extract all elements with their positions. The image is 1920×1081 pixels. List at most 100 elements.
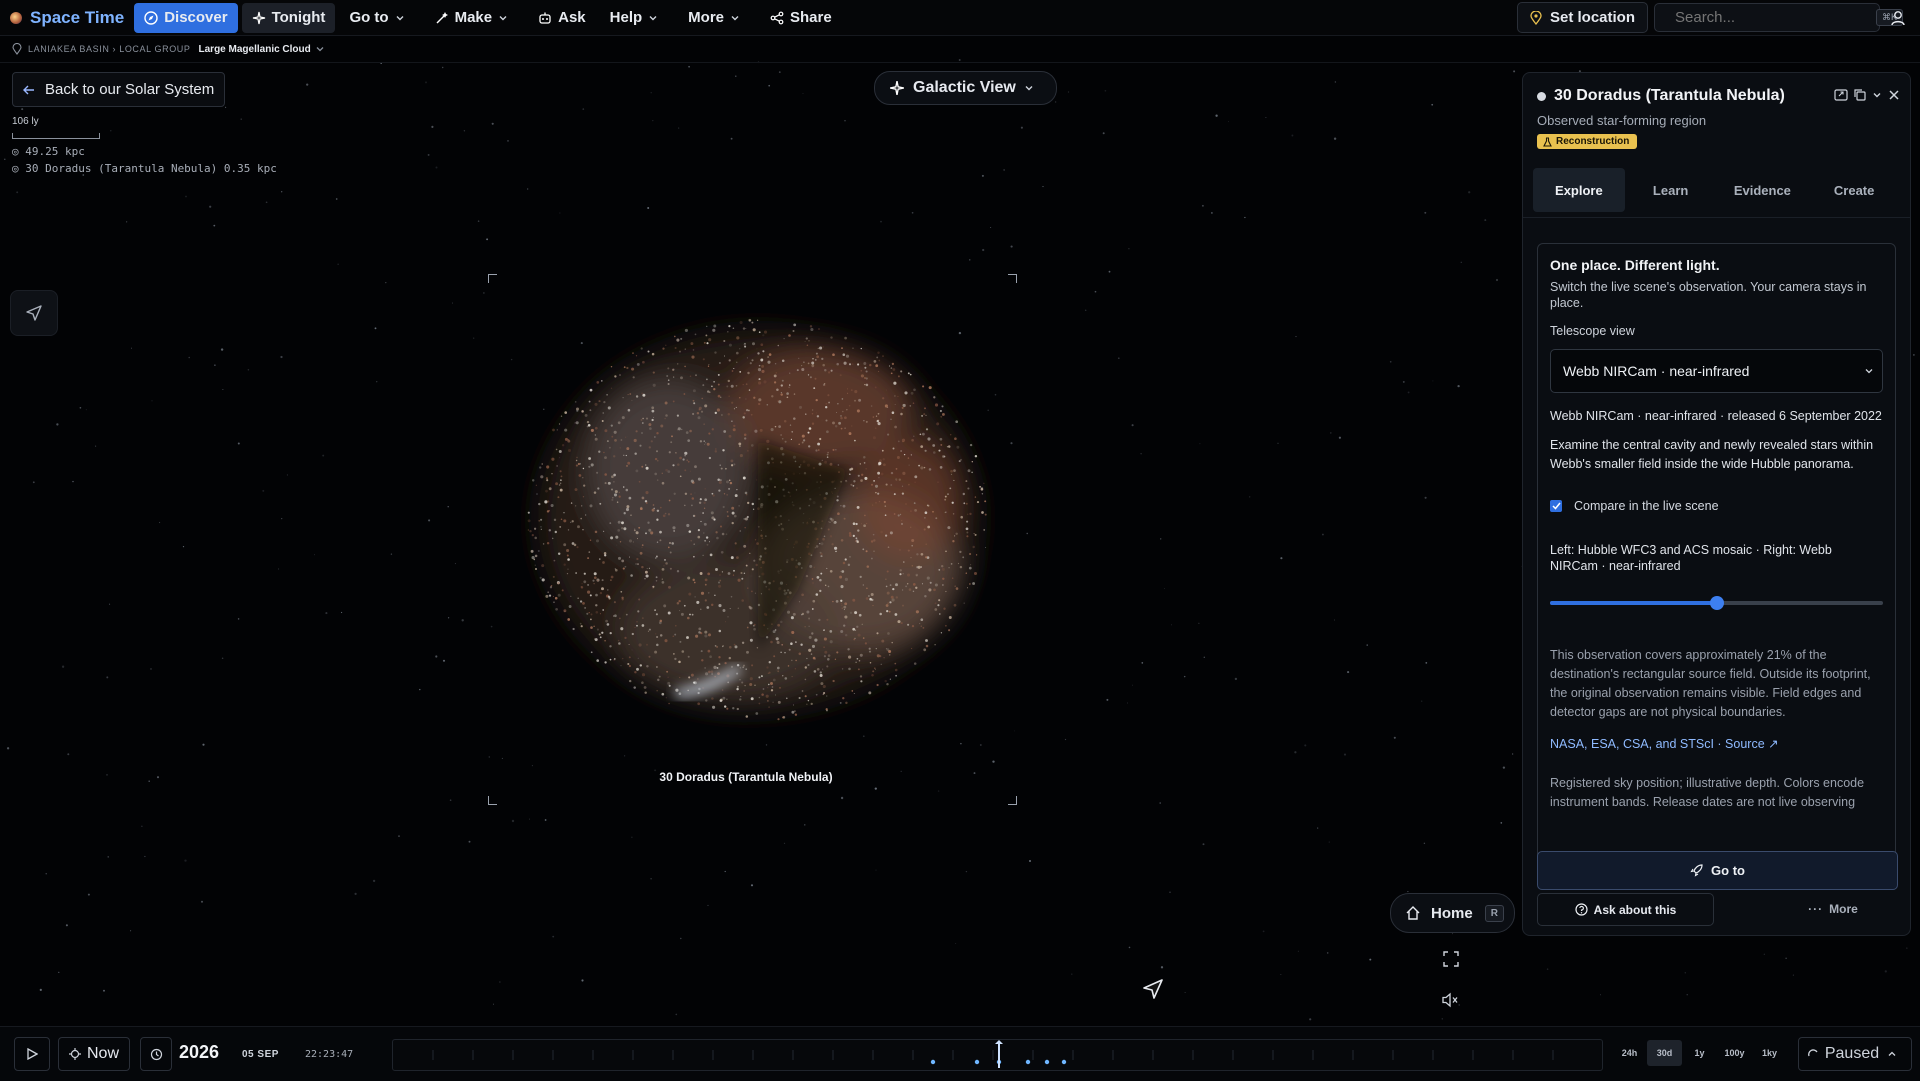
current-time: 22:23:47 — [305, 1049, 354, 1060]
fullscreen-icon — [1443, 951, 1459, 967]
breadcrumb: LANIAKEA BASIN › LOCAL GROUP Large Magel… — [0, 36, 1920, 63]
pause-status-icon — [1807, 1049, 1818, 1057]
nav-goto-label: Go to — [349, 9, 389, 26]
chevron-down-icon — [731, 15, 739, 20]
telescope-view-select[interactable]: Webb NIRCam · near-infrared — [1550, 349, 1883, 393]
ask-about-this-button[interactable]: Ask about this — [1537, 893, 1714, 926]
now-button[interactable]: Now — [58, 1037, 131, 1071]
ellipsis-icon: ··· — [1808, 901, 1824, 916]
examine-text: Examine the central cavity and newly rev… — [1550, 438, 1874, 471]
observation-card: One place. Different light. Switch the l… — [1537, 243, 1896, 863]
slider-fill — [1550, 601, 1717, 605]
set-location-button[interactable]: Set location — [1516, 2, 1648, 33]
range-30d[interactable]: 30d — [1647, 1040, 1682, 1066]
timeline-scrubber[interactable] — [392, 1039, 1603, 1071]
status-dot — [1537, 91, 1546, 101]
goto-button[interactable]: Go to — [1537, 851, 1898, 890]
ask-about-label: Ask about this — [1593, 902, 1677, 917]
play-button[interactable] — [14, 1037, 50, 1071]
robot-icon — [539, 12, 551, 24]
compare-detail: Left: Hubble WFC3 and ACS mosaic · Right… — [1550, 543, 1832, 573]
badge-label: Reconstruction — [1556, 136, 1630, 147]
brand-logo[interactable]: Space Time — [10, 8, 124, 28]
collapse-chevron-icon[interactable] — [1872, 90, 1882, 100]
range-100y[interactable]: 100y — [1717, 1040, 1752, 1066]
scale-label: 106 ly — [12, 116, 39, 127]
panel-tabs: Explore Learn Evidence Create — [1533, 168, 1900, 212]
back-to-solar-system-button[interactable]: Back to our Solar System — [12, 72, 226, 107]
set-location-label: Set location — [1549, 9, 1635, 26]
nav-ask-button[interactable]: Ask — [528, 3, 596, 33]
search-box[interactable]: ⌘K — [1654, 3, 1904, 32]
copy-icon[interactable] — [1854, 89, 1866, 101]
nav-help-label: Help — [609, 9, 643, 26]
tabs-divider — [1523, 217, 1910, 218]
popout-icon[interactable] — [1834, 89, 1848, 101]
range-24h[interactable]: 24h — [1612, 1040, 1647, 1066]
crosshair-icon — [69, 1048, 81, 1060]
view-mode-selector[interactable]: Galactic View — [874, 71, 1057, 105]
slider-thumb[interactable] — [1709, 596, 1724, 610]
cursor-arrow-icon — [26, 305, 42, 321]
fullscreen-button[interactable] — [1437, 945, 1465, 973]
breadcrumb-current[interactable]: Large Magellanic Cloud — [199, 44, 311, 55]
pointer-tool-button[interactable] — [10, 290, 58, 336]
nav-share-label: Share — [790, 9, 832, 26]
share-icon — [770, 11, 784, 24]
nebula-label[interactable]: 30 Doradus (Tarantula Nebula) — [600, 770, 892, 784]
home-button[interactable]: Home R — [1390, 893, 1515, 933]
nav-tonight-button[interactable]: Tonight — [241, 2, 336, 33]
chevron-down-icon — [396, 15, 404, 20]
tab-learn[interactable]: Learn — [1625, 168, 1717, 212]
frame-corner-bottom-left — [488, 796, 497, 805]
range-1ky[interactable]: 1ky — [1752, 1040, 1787, 1066]
user-account-icon[interactable] — [1890, 10, 1906, 26]
target-readout: ◎ 30 Doradus (Tarantula Nebula) 0.35 kpc — [12, 162, 277, 175]
nav-help-menu[interactable]: Help — [600, 3, 675, 33]
home-shortcut-key: R — [1484, 904, 1504, 922]
mouse-cursor-icon — [1143, 979, 1163, 999]
tab-evidence[interactable]: Evidence — [1717, 168, 1809, 212]
nav-more-menu[interactable]: More — [678, 3, 756, 33]
range-1y[interactable]: 1y — [1682, 1040, 1717, 1066]
distance-readout: ◎ 49.25 kpc — [12, 145, 85, 158]
nav-discover-button[interactable]: Discover — [134, 2, 238, 33]
arrow-left-icon — [23, 85, 34, 94]
search-input[interactable] — [1673, 8, 1876, 27]
close-icon[interactable] — [1888, 89, 1900, 101]
current-year: 2026 — [179, 1042, 220, 1062]
nav-discover-label: Discover — [164, 9, 228, 26]
history-button[interactable] — [140, 1037, 172, 1071]
source-credit-link[interactable]: NASA, ESA, CSA, and STScI · Source ↗ — [1550, 736, 1883, 752]
sparkle-icon — [252, 11, 265, 24]
home-label: Home — [1431, 904, 1473, 922]
chevron-down-icon[interactable] — [315, 44, 325, 54]
breadcrumb-path[interactable]: LANIAKEA BASIN › LOCAL GROUP — [28, 44, 191, 54]
chevron-down-icon — [1865, 369, 1873, 374]
wand-icon — [436, 11, 448, 23]
panel-more-label: More — [1829, 901, 1858, 916]
compare-checkbox[interactable] — [1550, 500, 1562, 512]
compass-icon — [144, 10, 158, 25]
tab-explore[interactable]: Explore — [1533, 168, 1625, 212]
nav-goto-menu[interactable]: Go to — [339, 3, 420, 33]
mute-button[interactable] — [1437, 986, 1465, 1014]
panel-more-button[interactable]: ··· More — [1783, 893, 1883, 924]
checkmark-icon — [1551, 502, 1561, 510]
nav-share-button[interactable]: Share — [760, 3, 842, 33]
scale-bar — [12, 133, 100, 139]
app-name: Space Time — [30, 7, 125, 27]
back-label: Back to our Solar System — [45, 81, 215, 98]
tab-create[interactable]: Create — [1808, 168, 1900, 212]
tarantula-nebula-image[interactable] — [488, 270, 1028, 790]
compare-label[interactable]: Compare in the live scene — [1574, 498, 1719, 514]
nav-make-menu[interactable]: Make — [425, 3, 525, 33]
current-date: 05 SEP — [242, 1049, 279, 1060]
playback-status-button[interactable]: Paused — [1798, 1037, 1912, 1071]
map-pin-icon — [1530, 10, 1542, 25]
rocket-icon — [1690, 864, 1703, 877]
detail-panel: 30 Doradus (Tarantula Nebula) Observed s… — [1522, 72, 1911, 936]
compare-slider[interactable] — [1550, 596, 1883, 610]
nav-more-label: More — [688, 9, 725, 26]
speaker-muted-icon — [1442, 992, 1458, 1008]
